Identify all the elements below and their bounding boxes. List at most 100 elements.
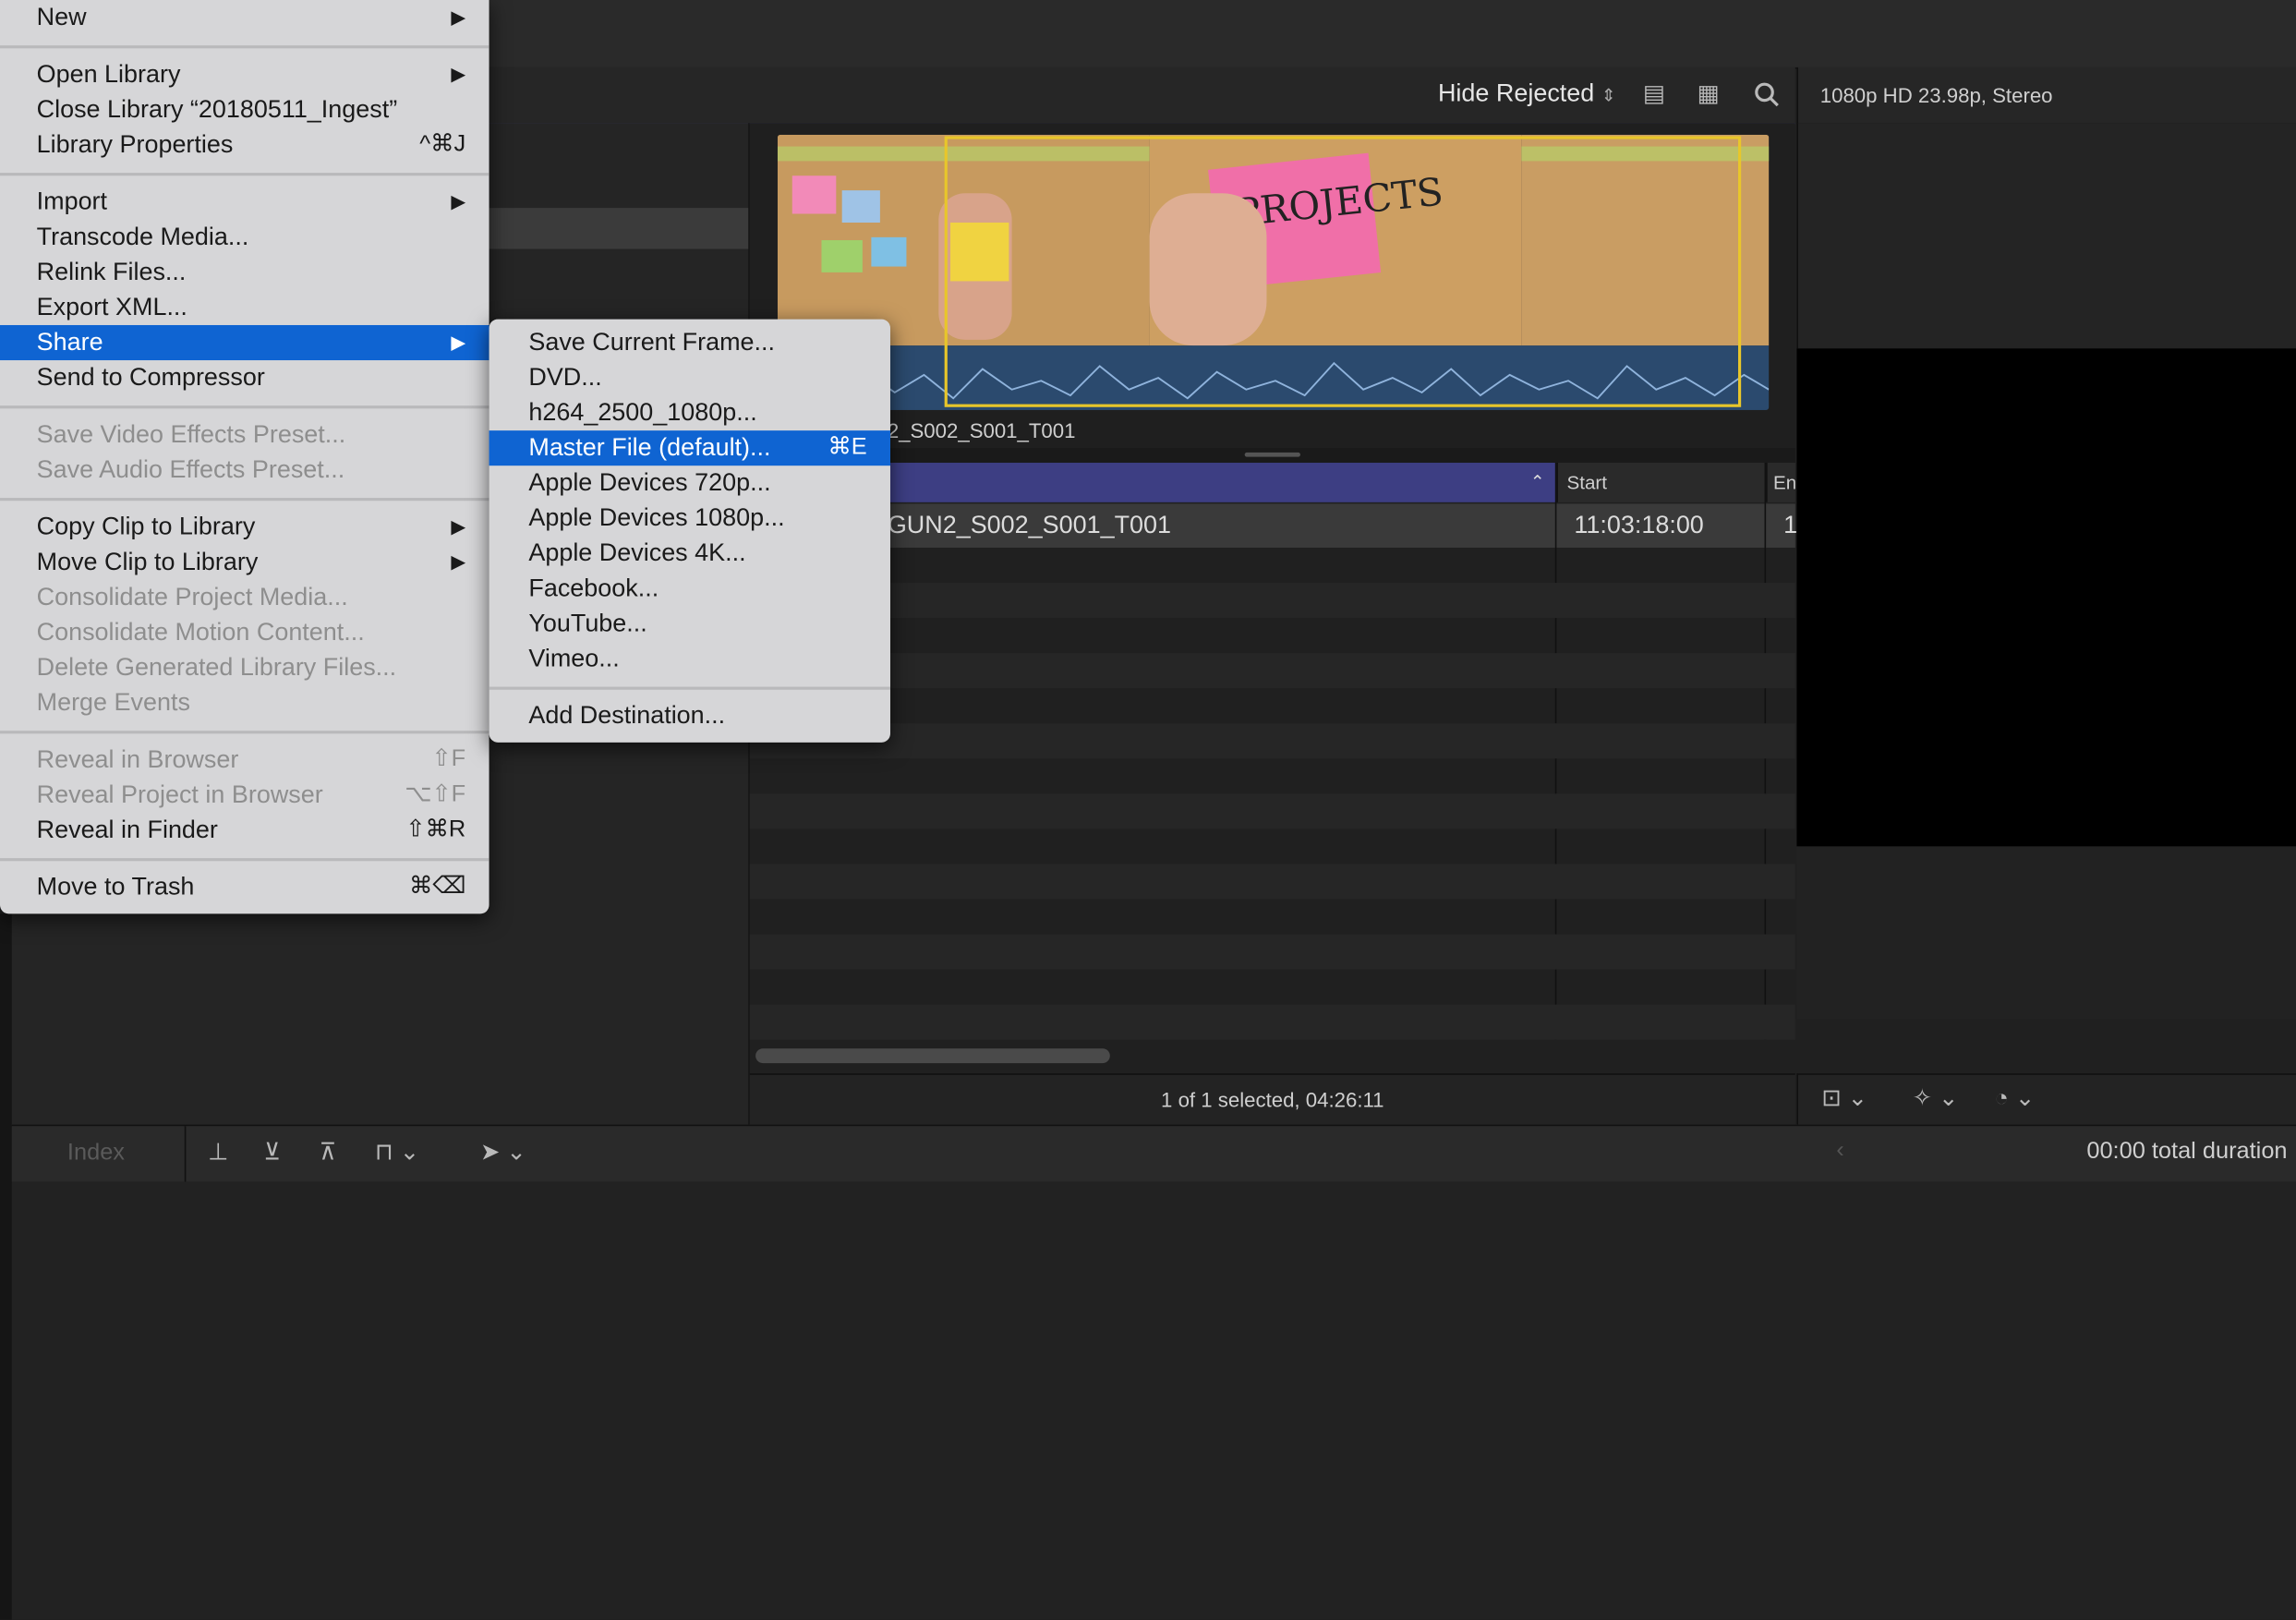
inspector-footer: ⊡ ⌄ ✧ ⌄ ◔ ⌄: [1796, 1073, 2296, 1125]
overwrite-clip-icon[interactable]: ⊓ ⌄: [375, 1138, 419, 1167]
resize-handle[interactable]: [1244, 452, 1300, 457]
share-facebook[interactable]: Facebook...: [489, 571, 890, 606]
menu-item-open-library[interactable]: Open Library ▶: [0, 57, 489, 92]
inspector-viewer: [1796, 348, 2296, 847]
share-apple-devices-4k[interactable]: Apple Devices 4K...: [489, 536, 890, 571]
clip-name-label: 2_S002_S001_T001: [887, 418, 1076, 442]
menu-item-transcode-media[interactable]: Transcode Media...: [0, 220, 489, 255]
menu-separator: [0, 858, 489, 862]
menu-item-relink-files[interactable]: Relink Files...: [0, 255, 489, 290]
menu-item-move-clip-to-library[interactable]: Move Clip to Library ▶: [0, 545, 489, 580]
share-add-destination[interactable]: Add Destination...: [489, 698, 890, 733]
end-column-header[interactable]: En: [1766, 463, 1795, 502]
menu-item-save-audio-effects-preset: Save Audio Effects Preset...: [36, 455, 345, 484]
start-cell: 11:03:18:00: [1574, 511, 1704, 539]
menu-item-close-library[interactable]: Close Library “20180511_Ingest”: [0, 92, 489, 127]
table-row: [749, 1004, 1795, 1040]
menu-item-export-xml[interactable]: Export XML...: [0, 290, 489, 325]
selection-status: 1 of 1 selected, 04:26:11: [749, 1073, 1795, 1125]
hide-rejected-filter[interactable]: Hide Rejected ⇕: [1438, 79, 1616, 109]
share-master-file[interactable]: Master File (default)... ⌘E: [489, 430, 890, 466]
table-row: [749, 864, 1795, 900]
timeline-toolbar: Index ⊥ ⊻ ⊼ ⊓ ⌄ ➤ ⌄ ‹ 00:00 total durati…: [11, 1124, 2296, 1184]
shortcut-label: ^⌘J: [419, 131, 466, 157]
menu-separator: [0, 405, 489, 409]
menu-item-merge-events: Merge Events: [36, 688, 190, 717]
menu-item-reveal-project-in-browser: Reveal Project in Browser ⌥⇧F: [0, 778, 489, 813]
start-column-header[interactable]: Start: [1556, 463, 1767, 502]
menu-separator: [0, 731, 489, 734]
inspector-lower: [1796, 846, 2296, 1020]
menu-item-reveal-in-finder[interactable]: Reveal in Finder ⇧⌘R: [0, 813, 489, 848]
menu-separator: [0, 173, 489, 176]
triangle-right-icon: ▶: [451, 331, 466, 354]
menu-item-consolidate-project-media: Consolidate Project Media...: [36, 583, 348, 611]
browser-toolbar: Hide Rejected ⇕ ▤ ▦: [489, 66, 1795, 125]
table-row: [749, 583, 1795, 619]
menu-separator: [0, 45, 489, 49]
menu-item-library-properties[interactable]: Library Properties ^⌘J: [0, 127, 489, 163]
triangle-right-icon: ▶: [451, 63, 466, 85]
menu-separator: [489, 686, 890, 690]
inspector-header: 1080p HD 23.98p, Stereo: [1796, 66, 2296, 125]
menu-item-send-to-compressor[interactable]: Send to Compressor: [0, 360, 489, 395]
horizontal-scrollbar[interactable]: [755, 1048, 1110, 1064]
chevron-up-icon: ⌃: [1529, 471, 1545, 492]
menu-item-new[interactable]: New ▶: [0, 0, 489, 35]
menu-item-copy-clip-to-library[interactable]: Copy Clip to Library ▶: [0, 510, 489, 545]
menu-item-save-video-effects-preset: Save Video Effects Preset...: [36, 420, 346, 449]
menu-separator: [0, 498, 489, 502]
up-down-chevron-icon: ⇕: [1601, 84, 1616, 106]
selected-event-row[interactable]: [489, 208, 749, 249]
share-youtube[interactable]: YouTube...: [489, 606, 890, 641]
selected-range[interactable]: [944, 136, 1742, 407]
table-row: [749, 653, 1795, 689]
triangle-right-icon: ▶: [451, 190, 466, 212]
clip-name-cell: GUN2_S002_S001_T001: [887, 511, 1172, 539]
retiming-dropdown-icon[interactable]: ◔ ⌄: [1994, 1083, 2035, 1113]
insert-clip-icon[interactable]: ⊻: [263, 1138, 281, 1167]
enhancements-dropdown-icon[interactable]: ✧ ⌄: [1913, 1083, 1959, 1113]
index-button[interactable]: Index: [67, 1141, 125, 1167]
menu-item-share[interactable]: Share ▶: [0, 324, 489, 361]
triangle-right-icon: ▶: [451, 550, 466, 573]
share-apple-devices-1080p[interactable]: Apple Devices 1080p...: [489, 501, 890, 536]
append-clip-icon[interactable]: ⊼: [320, 1138, 337, 1167]
menu-item-move-to-trash[interactable]: Move to Trash ⌘⌫: [0, 870, 489, 905]
clip-appearance-icon[interactable]: ▤: [1643, 79, 1665, 109]
share-dvd[interactable]: DVD...: [489, 360, 890, 395]
shortcut-label: ⇧F: [431, 746, 466, 772]
filmstrip-view-icon[interactable]: ▦: [1698, 79, 1720, 109]
total-duration: 00:00 total duration: [2086, 1139, 2288, 1165]
end-cell: 1: [1783, 511, 1798, 539]
clip-appearance-dropdown-icon[interactable]: ⊡ ⌄: [1821, 1083, 1867, 1113]
filter-label: Hide Rejected: [1437, 79, 1595, 107]
format-label: 1080p HD 23.98p, Stereo: [1819, 83, 2053, 107]
triangle-right-icon: ▶: [451, 515, 466, 538]
triangle-right-icon: ▶: [451, 6, 466, 29]
file-menu: New ▶ Open Library ▶ Close Library “201805…: [0, 0, 489, 914]
share-h264-2500-1080p[interactable]: h264_2500_1080p...: [489, 395, 890, 430]
left-edge: [0, 913, 12, 1620]
select-tool-icon[interactable]: ➤ ⌄: [480, 1138, 526, 1167]
share-vimeo[interactable]: Vimeo...: [489, 641, 890, 676]
menu-item-import[interactable]: Import ▶: [0, 185, 489, 220]
share-apple-devices-720p[interactable]: Apple Devices 720p...: [489, 465, 890, 501]
table-row[interactable]: GUN2_S002_S001_T001 11:03:18:00 1: [749, 503, 1798, 548]
inspector-top: [1796, 123, 2296, 349]
connect-clip-icon[interactable]: ⊥: [208, 1138, 228, 1167]
table-row: [749, 793, 1795, 829]
timeline-area[interactable]: [11, 1181, 2296, 1620]
back-arrow-icon[interactable]: ‹: [1836, 1138, 1843, 1165]
shortcut-label: ⇧⌘R: [405, 816, 466, 842]
share-save-current-frame[interactable]: Save Current Frame...: [489, 325, 890, 360]
menu-item-reveal-in-browser: Reveal in Browser ⇧F: [0, 743, 489, 778]
share-submenu: Save Current Frame... DVD... h264_2500_1…: [489, 319, 890, 743]
menu-item-delete-generated-library-files: Delete Generated Library Files...: [36, 653, 397, 682]
table-row: [749, 934, 1795, 970]
menu-item-consolidate-motion-content: Consolidate Motion Content...: [36, 618, 365, 647]
toolbar-divider: [184, 1126, 187, 1182]
search-icon[interactable]: [1754, 82, 1781, 109]
shortcut-label: ⌥⇧F: [405, 781, 466, 807]
shortcut-label: ⌘⌫: [408, 874, 466, 900]
